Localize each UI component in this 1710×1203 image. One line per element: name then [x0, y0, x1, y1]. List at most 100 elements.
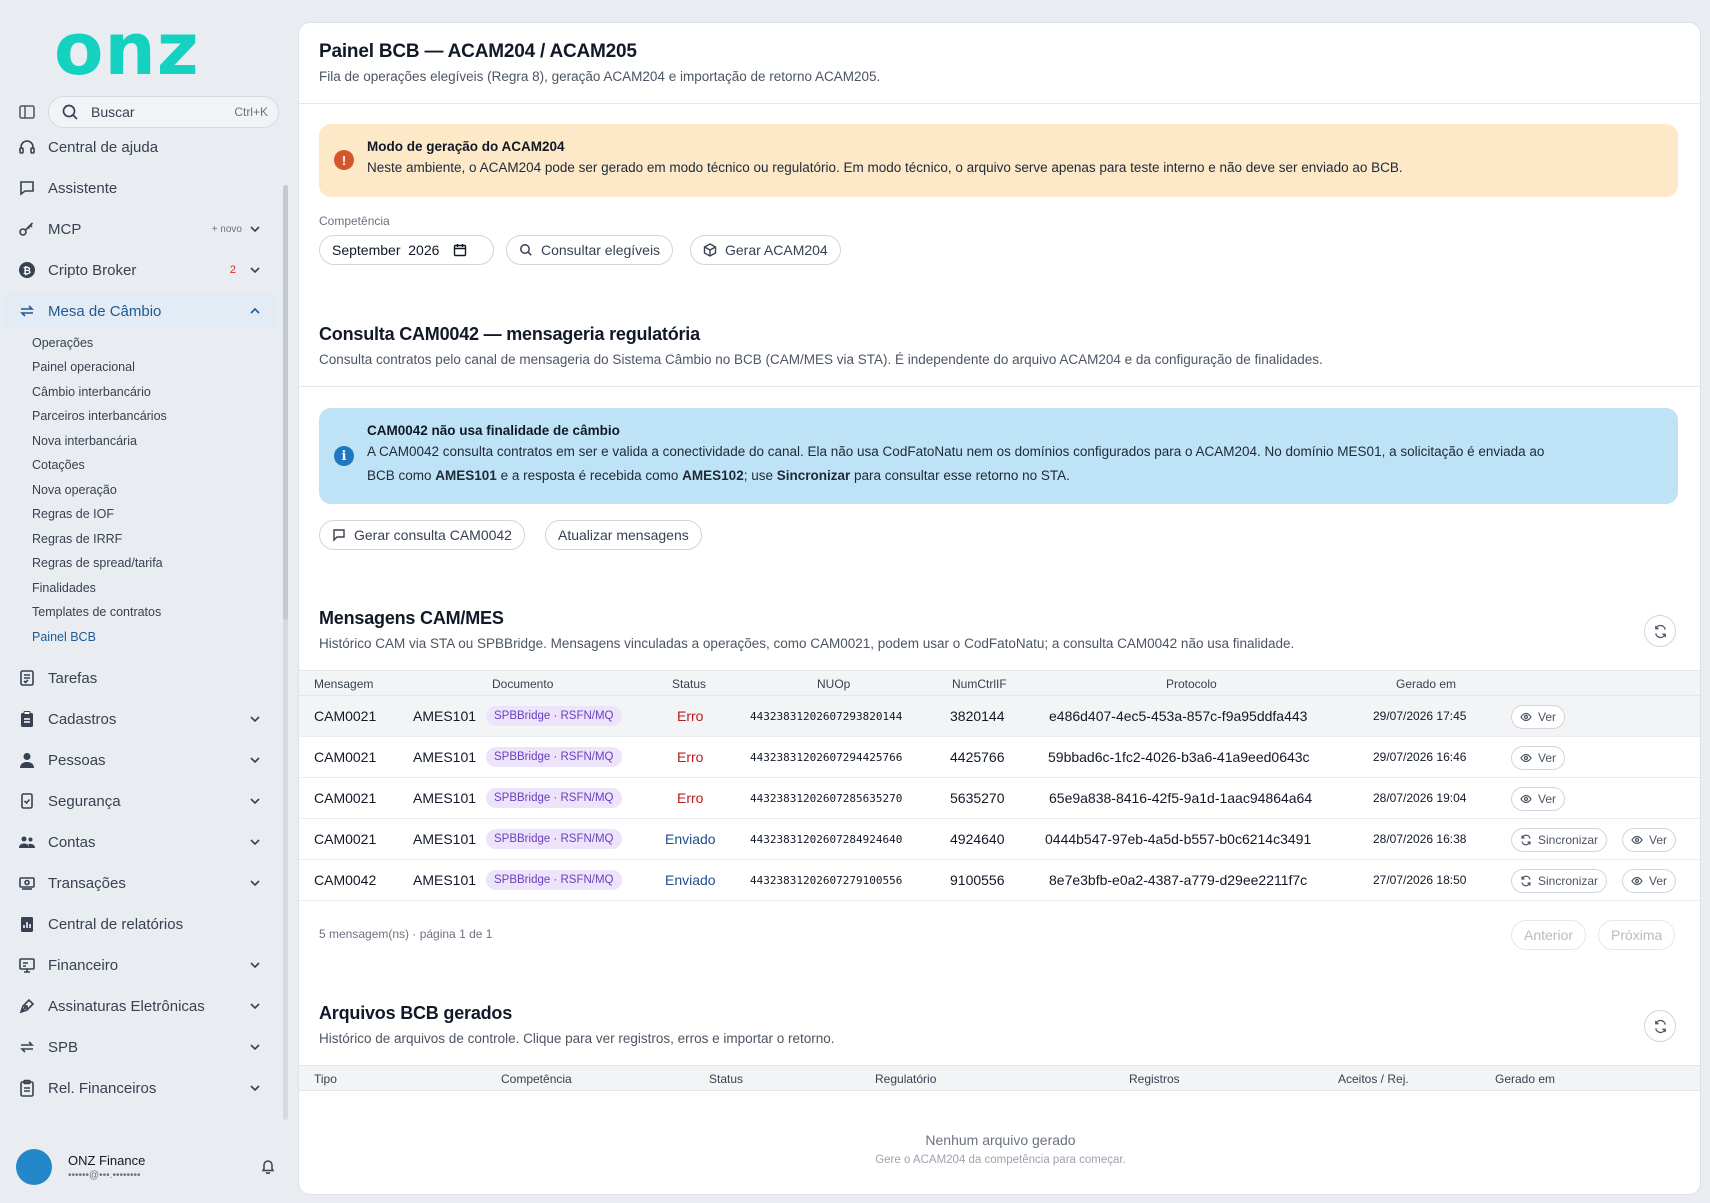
- view-button[interactable]: Ver: [1511, 787, 1566, 811]
- sync-button[interactable]: Sincronizar: [1511, 828, 1608, 852]
- column-header[interactable]: Status: [709, 1072, 743, 1086]
- button-label: Ver: [1538, 710, 1557, 724]
- sidebar-subitem-painel-bcb[interactable]: Painel BCB: [32, 628, 96, 646]
- competencia-month-input[interactable]: September 2026: [319, 235, 494, 265]
- column-header[interactable]: Regulatório: [875, 1072, 936, 1086]
- sidebar-subitem-nova-operacao[interactable]: Nova operação: [32, 481, 117, 499]
- chevron-down-icon[interactable]: [248, 263, 262, 277]
- sidebar-subitem-painel-operacional[interactable]: Painel operacional: [32, 358, 135, 376]
- search-input[interactable]: Buscar Ctrl+K: [48, 96, 279, 128]
- button-label: Atualizar mensagens: [558, 527, 689, 543]
- sidebar-subitem-cambio-interbancario[interactable]: Câmbio interbancário: [32, 383, 151, 401]
- sidebar-item-label: Central de relatórios: [48, 915, 184, 933]
- sidebar-item-assinaturas-eletronicas[interactable]: Assinaturas Eletrônicas: [4, 988, 276, 1024]
- sync-button[interactable]: Sincronizar: [1511, 869, 1608, 893]
- view-button[interactable]: Ver: [1511, 705, 1566, 729]
- next-page-button[interactable]: Próxima: [1598, 920, 1676, 950]
- messages-table-header: Mensagem Documento Status NUOp NumCtrlIF…: [299, 670, 1700, 696]
- gerar-acam204-button[interactable]: Gerar ACAM204: [690, 235, 841, 265]
- calendar-icon[interactable]: [453, 243, 467, 257]
- sidebar-toggle-icon[interactable]: [18, 103, 36, 121]
- sidebar-subitem-cotacoes[interactable]: Cotações: [32, 456, 85, 474]
- sidebar-subitem-nova-interbancaria[interactable]: Nova interbancária: [32, 432, 137, 450]
- sidebar-scrollbar-thumb[interactable]: [283, 185, 288, 620]
- view-button[interactable]: Ver: [1511, 746, 1566, 770]
- bell-icon[interactable]: [260, 1158, 276, 1174]
- chevron-down-icon[interactable]: [248, 753, 262, 767]
- column-header[interactable]: NUOp: [817, 677, 850, 691]
- sidebar-item-cadastros[interactable]: Cadastros: [4, 701, 276, 737]
- button-label: Consultar elegíveis: [541, 242, 661, 258]
- sidebar-subitem-finalidades[interactable]: Finalidades: [32, 579, 96, 597]
- column-header[interactable]: Aceitos / Rej.: [1338, 1072, 1409, 1086]
- sidebar-item-label: Financeiro: [48, 956, 119, 974]
- sidebar-subitem-regras-iof[interactable]: Regras de IOF: [32, 505, 114, 523]
- sidebar-item-transacoes[interactable]: Transações: [4, 865, 276, 901]
- column-header[interactable]: Registros: [1129, 1072, 1180, 1086]
- chevron-down-icon[interactable]: [248, 222, 262, 236]
- column-header[interactable]: Competência: [501, 1072, 572, 1086]
- avatar[interactable]: [16, 1149, 52, 1185]
- sidebar-item-assistente[interactable]: Assistente: [4, 170, 276, 206]
- sidebar-subitem-parceiros-interbancarios[interactable]: Parceiros interbancários: [32, 407, 167, 425]
- column-header[interactable]: Tipo: [314, 1072, 337, 1086]
- table-row[interactable]: CAM0021 AMES101 SPBBridge · RSFN/MQ Erro…: [299, 696, 1700, 737]
- gerar-consulta-cam0042-button[interactable]: Gerar consulta CAM0042: [319, 520, 525, 550]
- sidebar-item-seguranca[interactable]: Segurança: [4, 783, 276, 819]
- sidebar-item-financeiro[interactable]: Financeiro: [4, 947, 276, 983]
- sidebar-item-pessoas[interactable]: Pessoas: [4, 742, 276, 778]
- chevron-up-icon[interactable]: [248, 304, 262, 318]
- sidebar-subitem-operacoes[interactable]: Operações: [32, 334, 93, 352]
- user-profile[interactable]: ONZ Finance ••••••@•••.••••••••: [16, 1147, 276, 1187]
- cell-numctrlif: 5635270: [950, 790, 1005, 806]
- column-header[interactable]: Protocolo: [1166, 677, 1217, 691]
- table-row[interactable]: CAM0021 AMES101 SPBBridge · RSFN/MQ Envi…: [299, 819, 1700, 860]
- sidebar-item-spb[interactable]: SPB: [4, 1029, 276, 1065]
- table-row[interactable]: CAM0021 AMES101 SPBBridge · RSFN/MQ Erro…: [299, 737, 1700, 778]
- chevron-down-icon[interactable]: [248, 1040, 262, 1054]
- sidebar-subitem-regras-spread[interactable]: Regras de spread/tarifa: [32, 554, 163, 572]
- column-header[interactable]: Gerado em: [1495, 1072, 1555, 1086]
- sidebar-item-mcp[interactable]: MCP + novo: [4, 211, 276, 247]
- chevron-down-icon[interactable]: [248, 958, 262, 972]
- column-header[interactable]: Gerado em: [1396, 677, 1456, 691]
- column-header[interactable]: Status: [672, 677, 706, 691]
- refresh-messages-button[interactable]: [1644, 615, 1676, 647]
- warning-alert: ! Modo de geração do ACAM204 Neste ambie…: [319, 124, 1678, 197]
- user-email: ••••••@•••.••••••••: [68, 1170, 141, 1181]
- onz-logo[interactable]: onz: [54, 6, 200, 92]
- previous-page-button[interactable]: Anterior: [1511, 920, 1587, 950]
- sidebar-item-central-de-relatorios[interactable]: Central de relatórios: [4, 906, 276, 942]
- atualizar-mensagens-button[interactable]: Atualizar mensagens: [545, 520, 702, 550]
- consultar-elegiveis-button[interactable]: Consultar elegíveis: [506, 235, 674, 265]
- package-icon: [703, 243, 717, 257]
- chevron-down-icon[interactable]: [248, 835, 262, 849]
- view-button[interactable]: Ver: [1622, 828, 1677, 852]
- column-header[interactable]: Documento: [492, 677, 553, 691]
- chevron-down-icon[interactable]: [248, 999, 262, 1013]
- chevron-down-icon[interactable]: [248, 876, 262, 890]
- table-row[interactable]: CAM0021 AMES101 SPBBridge · RSFN/MQ Erro…: [299, 778, 1700, 819]
- person-icon: [18, 751, 36, 769]
- cell-date: 28/07/2026 19:04: [1373, 791, 1467, 805]
- view-button[interactable]: Ver: [1622, 869, 1677, 893]
- table-row[interactable]: CAM0042 AMES101 SPBBridge · RSFN/MQ Envi…: [299, 860, 1700, 901]
- refresh-files-button[interactable]: [1644, 1010, 1676, 1042]
- sidebar-subitem-regras-irrf[interactable]: Regras de IRRF: [32, 530, 122, 548]
- column-header[interactable]: Mensagem: [314, 677, 373, 691]
- report-icon: [18, 915, 36, 933]
- sidebar-item-rel-financeiros[interactable]: Rel. Financeiros: [4, 1070, 276, 1106]
- info-title: CAM0042 não usa finalidade de câmbio: [367, 423, 620, 438]
- chevron-down-icon[interactable]: [248, 1081, 262, 1095]
- sidebar-item-cripto-broker[interactable]: ₿ Cripto Broker 2: [4, 252, 276, 288]
- sidebar-item-tarefas[interactable]: Tarefas: [4, 660, 276, 696]
- chevron-down-icon[interactable]: [248, 712, 262, 726]
- chevron-down-icon[interactable]: [248, 794, 262, 808]
- sidebar-item-mesa-de-cambio[interactable]: Mesa de Câmbio: [4, 293, 276, 329]
- sidebar-item-label: Central de ajuda: [48, 138, 159, 156]
- sidebar-item-contas[interactable]: Contas: [4, 824, 276, 860]
- sidebar-subitem-templates-contratos[interactable]: Templates de contratos: [32, 603, 161, 621]
- sidebar: onz Buscar Ctrl+K Central de ajuda Assis…: [0, 0, 290, 1203]
- column-header[interactable]: NumCtrlIF: [952, 677, 1007, 691]
- sidebar-item-central-de-ajuda[interactable]: Central de ajuda: [4, 129, 276, 165]
